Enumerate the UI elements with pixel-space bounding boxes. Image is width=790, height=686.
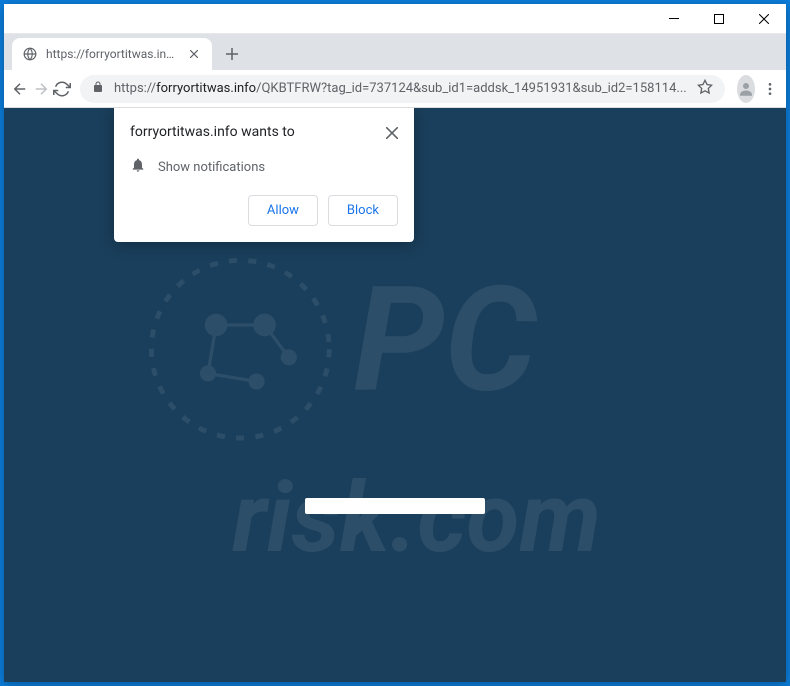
lock-icon	[92, 80, 104, 98]
watermark: PC risk.com	[54, 228, 766, 632]
plus-icon	[226, 48, 238, 60]
page-content: PC risk.com forryortitwas.info wants to …	[4, 108, 786, 682]
url-host: forryortitwas.info	[156, 81, 256, 96]
tab-title: https://forryortitwas.info/QKBTF	[46, 47, 178, 61]
bell-icon	[130, 157, 146, 177]
dialog-close-button[interactable]	[386, 124, 398, 143]
new-tab-button[interactable]	[218, 40, 246, 68]
dots-vertical-icon	[762, 81, 778, 97]
browser-toolbar: https://forryortitwas.info/QKBTFRW?tag_i…	[4, 70, 786, 108]
window-maximize-button[interactable]	[696, 4, 741, 34]
bookmark-button[interactable]	[697, 79, 713, 99]
close-icon	[759, 14, 769, 24]
browser-window: https://forryortitwas.info/QKBTF https:/…	[4, 4, 786, 682]
reload-icon	[53, 80, 71, 98]
watermark-graphic: PC risk.com	[54, 228, 766, 632]
permission-label: Show notifications	[158, 160, 265, 175]
block-button[interactable]: Block	[328, 195, 398, 226]
dialog-actions: Allow Block	[130, 195, 398, 226]
dialog-title: forryortitwas.info wants to	[130, 124, 295, 140]
minimize-icon	[669, 18, 679, 19]
dialog-header: forryortitwas.info wants to	[130, 124, 398, 143]
svg-text:risk.com: risk.com	[232, 461, 601, 575]
tab-close-button[interactable]	[186, 46, 202, 62]
window-minimize-button[interactable]	[651, 4, 696, 34]
permission-dialog: forryortitwas.info wants to Show notific…	[114, 108, 414, 242]
menu-button[interactable]	[761, 73, 780, 105]
window-titlebar	[4, 4, 786, 34]
allow-button[interactable]: Allow	[248, 195, 318, 226]
permission-row: Show notifications	[130, 157, 398, 177]
tab-strip: https://forryortitwas.info/QKBTF	[4, 34, 786, 70]
url-path: /QKBTFRW?tag_id=737124&sub_id1=addsk_149…	[256, 81, 687, 96]
browser-tab[interactable]: https://forryortitwas.info/QKBTF	[12, 38, 212, 70]
globe-icon	[22, 46, 38, 62]
address-bar[interactable]: https://forryortitwas.info/QKBTFRW?tag_i…	[80, 75, 725, 103]
maximize-icon	[714, 14, 724, 24]
window-close-button[interactable]	[741, 4, 786, 34]
close-icon	[190, 50, 198, 58]
user-icon	[737, 80, 755, 98]
url-text: https://forryortitwas.info/QKBTFRW?tag_i…	[114, 81, 687, 96]
svg-text:PC: PC	[353, 255, 537, 426]
star-icon	[697, 79, 713, 95]
arrow-right-icon	[32, 80, 50, 98]
arrow-left-icon	[11, 80, 29, 98]
close-icon	[386, 127, 398, 139]
back-button[interactable]	[10, 73, 29, 105]
forward-button[interactable]	[31, 73, 50, 105]
url-protocol: https://	[114, 81, 156, 96]
progress-bar	[305, 498, 485, 514]
reload-button[interactable]	[53, 73, 72, 105]
profile-button[interactable]	[737, 75, 755, 103]
